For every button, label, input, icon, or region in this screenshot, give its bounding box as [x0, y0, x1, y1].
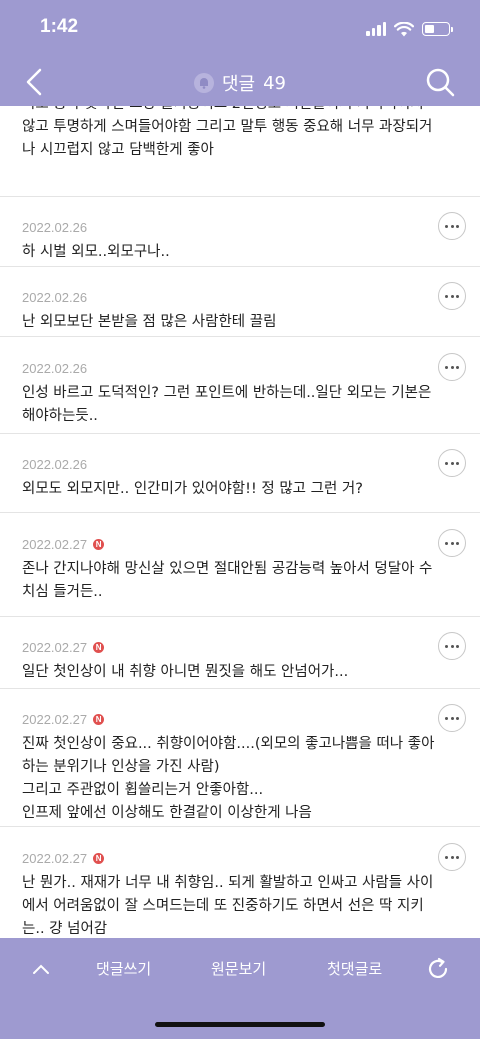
more-options-button[interactable] [438, 704, 466, 732]
new-badge: N [93, 714, 105, 725]
comment-list[interactable]: 2022.02.26 외모 통과 못하면 그냥 불가능이고 2년정도 시간들여서 … [0, 106, 480, 938]
comment-date: 2022.02.26 [22, 290, 87, 305]
more-options-button[interactable] [438, 353, 466, 381]
comment-text: 하 시벌 외모..외모구나.. [22, 244, 170, 260]
more-dot-icon [445, 365, 448, 369]
comment-date-text: 2022.02.27 [22, 712, 88, 727]
more-dot-icon [450, 224, 454, 228]
comment-date: 2022.02.26 [22, 457, 87, 472]
more-dot-icon [445, 716, 448, 720]
more-options-button[interactable] [438, 449, 466, 477]
comment-date: 2022.02.27 N [22, 851, 105, 866]
comment-item: 2022.02.27 N 존나 간지나야해 망신살 있으면 절대안됨 공감능력 높아… [0, 513, 480, 617]
more-dot-icon [456, 294, 459, 298]
more-options-button[interactable] [438, 282, 466, 310]
more-dot-icon [445, 855, 448, 859]
new-badge: N [93, 642, 105, 653]
comment-date: 2022.02.26 [22, 220, 87, 235]
more-options-button[interactable] [438, 529, 466, 557]
write-comment-button[interactable]: 댓글쓰기 [96, 958, 151, 979]
new-badge: N [93, 539, 105, 550]
comment-item: 2022.02.27 N 일단 첫인상이 내 취향 아니면 뭔짓을 해도 안넘어가.… [0, 617, 480, 689]
comment-item: 2022.02.26 인성 바르고 도덕적인? 그런 포인트에 반하는데..일단 … [0, 337, 480, 434]
more-dot-icon [456, 224, 459, 228]
more-dot-icon [456, 365, 459, 369]
comment-date-text: 2022.02.26 [22, 361, 88, 376]
comment-date: 2022.02.26 [22, 361, 87, 376]
comment-text: 진짜 첫인상이 중요... 취향이어야함....(외모의 좋고나쁨을 떠나 좋아… [22, 736, 435, 821]
home-indicator [155, 1022, 325, 1027]
top-bar: 1:42 댓글 49 [0, 0, 480, 106]
more-dot-icon [445, 294, 448, 298]
status-time: 1:42 [40, 16, 79, 37]
comment-date: 2022.02.27 N [22, 640, 105, 655]
comment-item: 2022.02.26 난 외모보단 본받을 점 많은 사람한테 끌림 [0, 267, 480, 337]
bottom-toolbar: 댓글쓰기 원문보기 첫댓글로 [0, 938, 480, 1039]
more-dot-icon [450, 365, 454, 369]
comment-item: 2022.02.26 외모도 외모지만.. 인간미가 있어야함!! 정 많고 그런… [0, 434, 480, 513]
more-dot-icon [445, 461, 448, 465]
page-title: 댓글 49 [0, 70, 480, 96]
more-dot-icon [445, 541, 448, 545]
first-comment-button[interactable]: 첫댓글로 [327, 958, 382, 979]
more-options-button[interactable] [438, 843, 466, 871]
more-dot-icon [456, 461, 459, 465]
comment-date: 2022.02.27 N [22, 712, 105, 727]
title-label: 댓글 [221, 74, 256, 95]
comment-text: 존나 간지나야해 망신살 있으면 절대안됨 공감능력 높아서 덩달아 수치심 들… [22, 561, 433, 600]
more-dot-icon [445, 224, 448, 228]
comment-item: 2022.02.26 하 시벌 외모..외모구나.. [0, 197, 480, 267]
status-bar: 1:42 [0, 0, 480, 58]
more-dot-icon [456, 541, 459, 545]
new-badge: N [93, 853, 105, 864]
view-original-button[interactable]: 원문보기 [211, 958, 266, 979]
comment-date-text: 2022.02.26 [22, 290, 88, 305]
comment-item: 2022.02.26외모 통과 못하면 그냥 불가능이고 2년정도 시간들여서 … [0, 106, 480, 197]
wifi-icon [394, 21, 414, 36]
comment-date-text: 2022.02.27 [22, 640, 88, 655]
more-dot-icon [450, 855, 454, 859]
more-dot-icon [456, 644, 459, 648]
comment-text: 인성 바르고 도덕적인? 그런 포인트에 반하는데..일단 외모는 기본은 해야… [22, 385, 436, 424]
more-dot-icon [450, 461, 454, 465]
comment-item: 2022.02.27 N 진짜 첫인상이 중요... 취향이어야함....(외모의 … [0, 689, 480, 827]
more-dot-icon [456, 855, 459, 859]
more-dot-icon [456, 716, 459, 720]
battery-icon [422, 22, 453, 36]
more-dot-icon [445, 644, 448, 648]
comment-date-text: 2022.02.27 [22, 537, 88, 552]
more-options-button[interactable] [438, 632, 466, 660]
more-dot-icon [450, 541, 454, 545]
comment-item: 2022.02.27 N 난 뭔가.. 재재가 너무 내 취향임.. 되게 활발하고… [0, 827, 480, 938]
comment-date: 2022.02.27 N [22, 537, 105, 552]
more-dot-icon [450, 294, 454, 298]
comment-text: 일단 첫인상이 내 취향 아니면 뭔짓을 해도 안넘어가... [22, 664, 349, 680]
more-dot-icon [450, 644, 454, 648]
comment-date-text: 2022.02.26 [22, 457, 88, 472]
comment-text: 난 외모보단 본받을 점 많은 사람한테 끌림 [22, 314, 277, 330]
search-button[interactable] [422, 64, 458, 100]
nav-bar: 댓글 49 [0, 58, 480, 106]
more-dot-icon [450, 716, 454, 720]
comment-text: 외모 통과 못하면 그냥 불가능이고 2년정도 시간들여서 가식적이지 않고 투… [22, 106, 433, 158]
refresh-button[interactable] [425, 956, 451, 982]
signal-icon [366, 22, 386, 36]
comment-text: 외모도 외모지만.. 인간미가 있어야함!! 정 많고 그런 거? [22, 481, 363, 497]
scroll-top-button[interactable] [30, 958, 52, 980]
comment-date-text: 2022.02.27 [22, 851, 88, 866]
comment-count: 49 [263, 72, 287, 94]
comment-date-text: 2022.02.26 [22, 220, 88, 235]
more-options-button[interactable] [438, 212, 466, 240]
bell-icon [193, 73, 214, 93]
status-icons [366, 20, 453, 38]
comment-text: 난 뭔가.. 재재가 너무 내 취향임.. 되게 활발하고 인싸고 사람들 사이… [22, 875, 434, 937]
